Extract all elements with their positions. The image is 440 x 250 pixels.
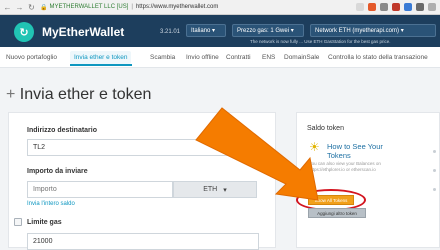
- currency-label: ETH: [203, 186, 218, 193]
- gas-limit-input[interactable]: [27, 233, 259, 250]
- page-title: + Invia ether e token: [6, 86, 151, 104]
- expand-icon[interactable]: +: [6, 86, 15, 103]
- extension-icon[interactable]: [416, 3, 424, 11]
- tab-ens[interactable]: ENS: [262, 54, 275, 61]
- extension-icon[interactable]: [404, 3, 412, 11]
- recipient-label: Indirizzo destinatario: [27, 127, 98, 134]
- scroll-indicator: [433, 150, 436, 191]
- tab-contracts[interactable]: Contratti: [226, 54, 251, 61]
- menu-icon[interactable]: [428, 3, 436, 11]
- logo-icon[interactable]: ↻: [14, 22, 34, 42]
- lightbulb-icon: ☀: [309, 140, 320, 154]
- reload-icon[interactable]: ↻: [27, 3, 36, 12]
- add-token-button[interactable]: Aggiungi altro token: [308, 208, 366, 218]
- gas-note: The network is now fully ... Use ETH Gas…: [250, 39, 391, 44]
- tab-check-tx[interactable]: Controlla lo stato della transazione: [328, 54, 428, 61]
- network-select[interactable]: Network ETH (myetherapi.com) ▾: [310, 24, 436, 37]
- language-label: Italiano: [191, 27, 211, 34]
- page-title-text: Invia ether e token: [19, 86, 152, 103]
- nav-tabs: Nuovo portafoglio Invia ether e token Sc…: [0, 47, 440, 68]
- chevron-down-icon: ▾: [223, 186, 227, 194]
- extension-icon[interactable]: [392, 3, 400, 11]
- url-field[interactable]: https://www.myetherwallet.com: [136, 4, 218, 10]
- network-label: Network ETH (myetherapi.com): [315, 27, 400, 34]
- extension-icon[interactable]: [380, 3, 388, 11]
- gas-limit-label: Limite gas: [27, 219, 62, 226]
- back-icon[interactable]: ←: [3, 3, 12, 12]
- gas-price-select[interactable]: Prezzo gas: 1 Gwei ▾: [232, 24, 304, 37]
- star-icon[interactable]: [356, 3, 364, 11]
- currency-select[interactable]: ETH ▾: [173, 181, 257, 198]
- send-form-card: Indirizzo destinatario Importo da inviar…: [8, 112, 276, 250]
- tab-domainsale[interactable]: DomainSale: [284, 54, 319, 61]
- logo-text[interactable]: MyEtherWallet: [42, 25, 124, 39]
- token-balance-panel: Saldo token ☀ How to See Your Tokens You…: [296, 112, 440, 248]
- send-all-link[interactable]: Invia l'intero saldo: [27, 201, 75, 207]
- extension-icon[interactable]: [368, 3, 376, 11]
- forward-icon[interactable]: →: [15, 3, 24, 12]
- help-link[interactable]: How to See Your Tokens: [327, 142, 407, 160]
- tab-swap[interactable]: Scambia: [150, 54, 175, 61]
- amount-label: Importo da inviare: [27, 168, 88, 175]
- lock-icon: 🔒: [40, 4, 48, 11]
- browser-address-bar: ← → ↻ 🔒 MYETHERWALLET LLC [US] | https:/…: [0, 0, 440, 15]
- site-identity: MYETHERWALLET LLC [US]: [49, 4, 129, 10]
- language-select[interactable]: Italiano ▾: [186, 24, 226, 37]
- version-label: 3.21.01: [160, 29, 181, 35]
- tab-offline[interactable]: Invio offline: [186, 54, 219, 61]
- amount-input[interactable]: [27, 181, 173, 198]
- help-text: You can also view your Balances on https…: [309, 161, 381, 172]
- recipient-input[interactable]: [27, 139, 259, 156]
- gas-price-label: Prezzo gas: 1 Gwei: [237, 27, 290, 34]
- tab-new-wallet[interactable]: Nuovo portafoglio: [6, 54, 57, 61]
- token-balance-heading: Saldo token: [307, 125, 344, 132]
- tab-send-ether[interactable]: Invia ether e token: [70, 51, 132, 64]
- gas-limit-checkbox[interactable]: [14, 218, 22, 226]
